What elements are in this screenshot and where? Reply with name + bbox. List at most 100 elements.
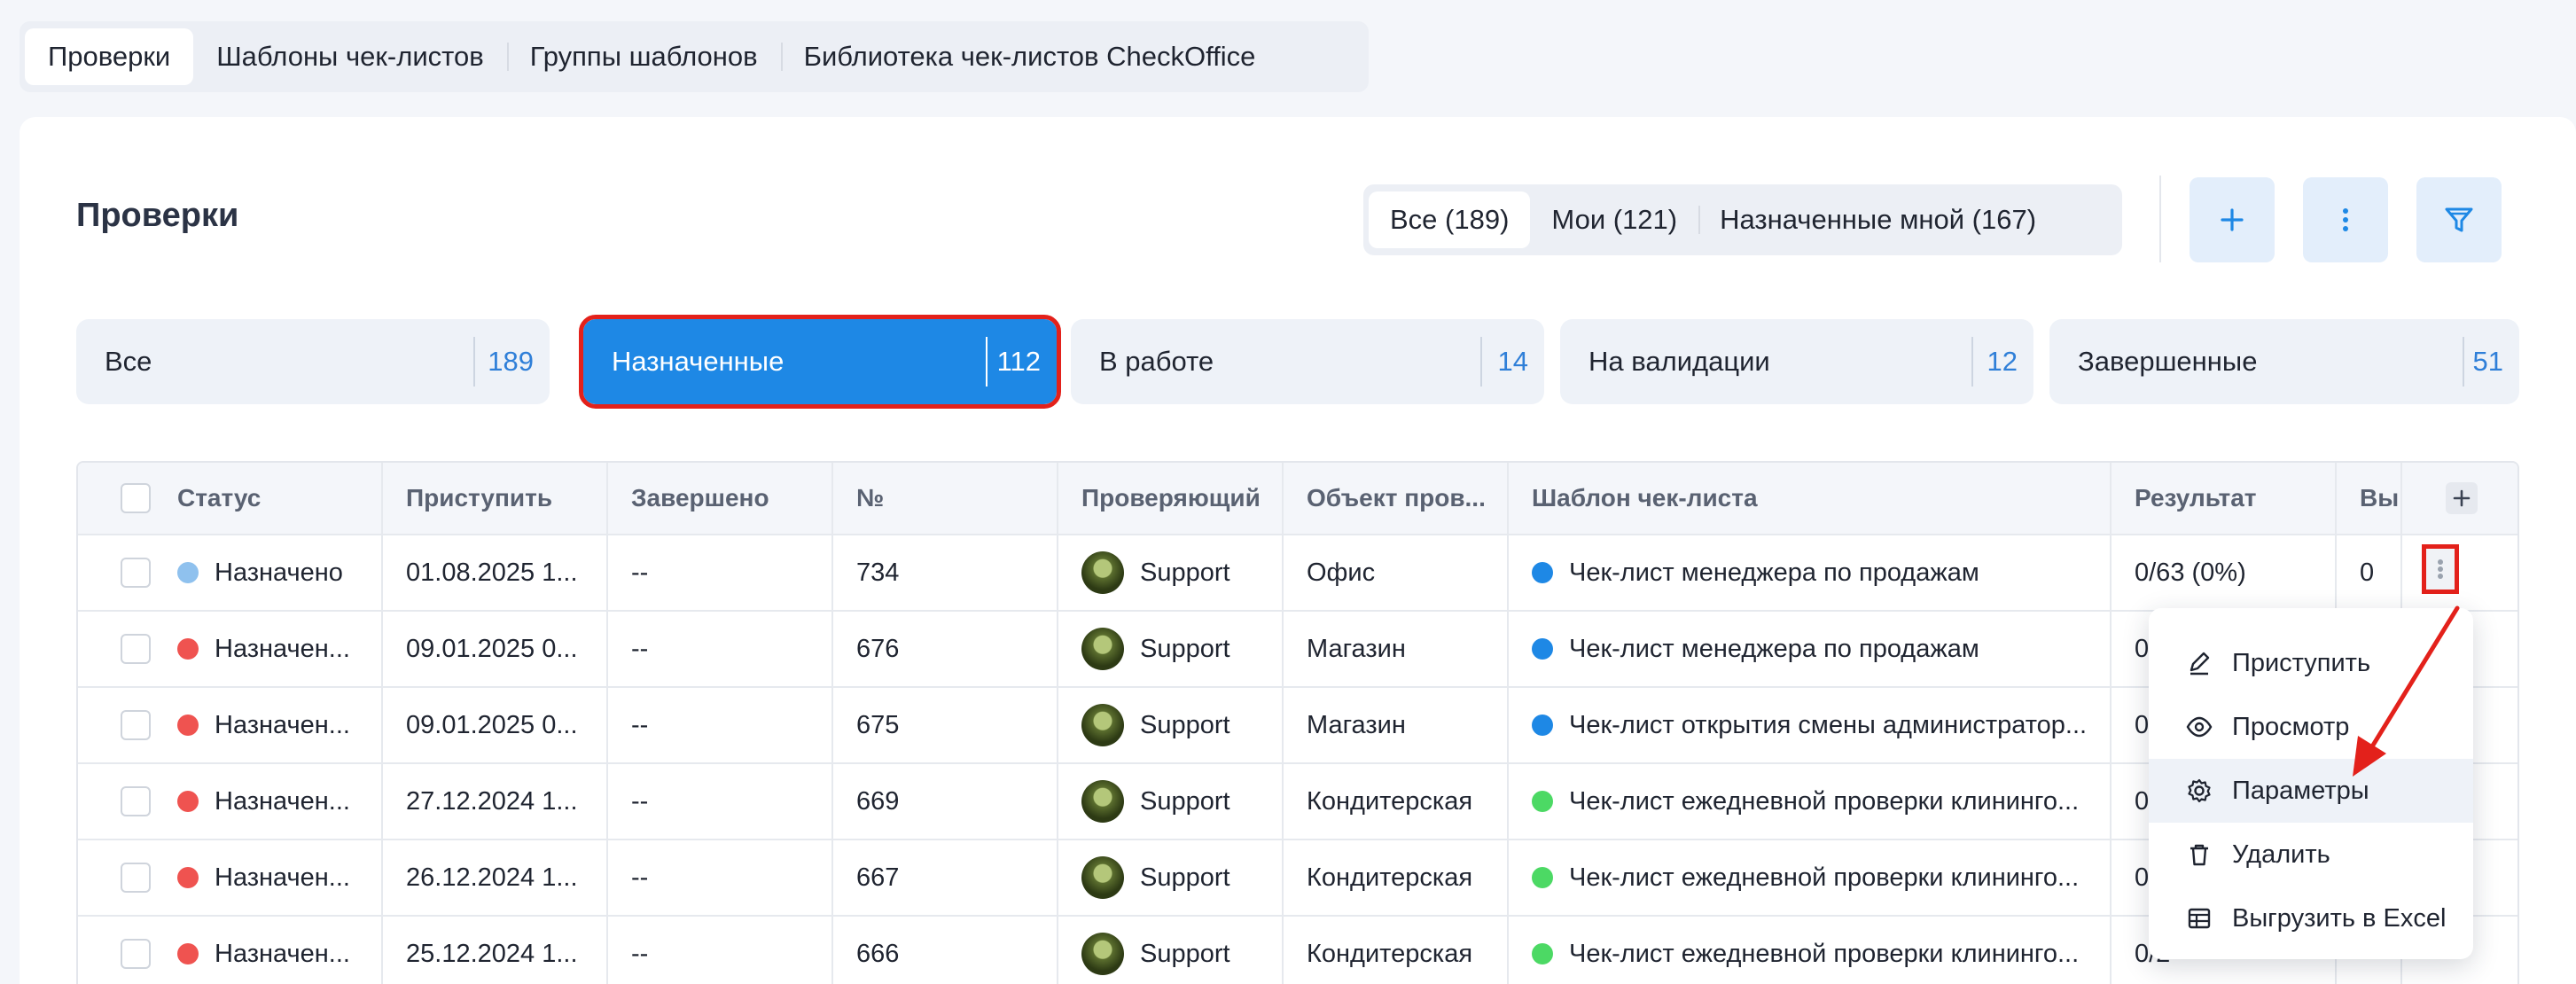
add-column-button[interactable]: [2446, 482, 2478, 514]
table-row[interactable]: Назначено 01.08.2025 1... -- 734 Support Офис…: [78, 535, 2517, 612]
cell-inspector: Support: [1057, 535, 1284, 610]
filter-in-progress[interactable]: В работе 14: [1071, 319, 1544, 404]
row-checkbox[interactable]: [121, 786, 151, 816]
scope-mine[interactable]: Мои (121): [1530, 191, 1698, 248]
menu-item-export-excel[interactable]: Выгрузить в Excel: [2149, 886, 2473, 950]
col-add-cell: [2400, 463, 2517, 534]
status-dot: [177, 943, 199, 964]
more-vertical-icon: [2343, 208, 2348, 231]
tab-checkoffice-library[interactable]: Библиотека чек-листов CheckOffice: [780, 28, 1279, 85]
cell-inspector: Support: [1057, 917, 1284, 984]
cell-status: Назначен...: [170, 612, 374, 686]
cell-num: 667: [831, 840, 1058, 915]
cell-template: Чек-лист открытия смены администратор...: [1507, 688, 2112, 762]
row-checkbox[interactable]: [121, 558, 151, 588]
col-number[interactable]: №: [831, 463, 1058, 534]
row-checkbox[interactable]: [121, 710, 151, 740]
cell-object: Офис: [1282, 535, 1509, 610]
row-checkbox[interactable]: [121, 863, 151, 893]
filter-count: 112: [996, 346, 1041, 377]
cell-object: Магазин: [1282, 612, 1509, 686]
cell-result: 0/63 (0%): [2110, 535, 2337, 610]
cell-template: Чек-лист ежедневной проверки клининго...: [1507, 917, 2112, 984]
tab-inspections[interactable]: Проверки: [25, 28, 194, 85]
filter-completed[interactable]: Завершенные 51: [2049, 319, 2519, 404]
inspector-name: Support: [1140, 939, 1230, 968]
status-label: Назначен...: [215, 939, 350, 968]
trash-icon: [2184, 840, 2214, 870]
cell-done: --: [606, 840, 833, 915]
col-template[interactable]: Шаблон чек-листа: [1507, 463, 2112, 534]
status-label: Назначено: [215, 558, 343, 587]
table-icon: [2184, 903, 2214, 933]
filter-assigned[interactable]: Назначенные 112: [579, 315, 1061, 409]
menu-item-label: Просмотр: [2232, 712, 2350, 741]
template-name: Чек-лист ежедневной проверки клининго...: [1569, 786, 2080, 816]
top-tab-bar: Проверки Шаблоны чек-листов Группы шабло…: [20, 21, 1369, 92]
filter-all[interactable]: Все 189: [76, 319, 550, 404]
scope-assigned-by-me[interactable]: Назначенные мной (167): [1698, 191, 2057, 248]
cell-inspector: Support: [1057, 688, 1284, 762]
filter-validation[interactable]: На валидации 12: [1560, 319, 2033, 404]
header-divider: [2159, 176, 2161, 262]
filter-label: Завершенные: [2078, 346, 2258, 377]
inspector-name: Support: [1140, 863, 1230, 892]
row-checkbox[interactable]: [121, 939, 151, 969]
scope-all[interactable]: Все (189): [1369, 191, 1531, 248]
col-status[interactable]: Статус: [170, 463, 374, 534]
cell-chk: [121, 535, 156, 610]
row-checkbox[interactable]: [121, 634, 151, 664]
status-label: Назначен...: [215, 863, 350, 892]
filter-count: 12: [1987, 346, 2018, 377]
filter-divider: [986, 337, 987, 387]
filter-label: Все: [105, 346, 152, 377]
status-dot: [177, 791, 199, 812]
cell-num: 676: [831, 612, 1058, 686]
cell-actions: [2400, 535, 2517, 610]
menu-item-delete[interactable]: Удалить: [2149, 823, 2473, 886]
col-start[interactable]: Приступить: [381, 463, 608, 534]
col-object[interactable]: Объект пров...: [1282, 463, 1509, 534]
col-done[interactable]: Завершено: [606, 463, 833, 534]
avatar: [1081, 780, 1124, 823]
pencil-icon: [2184, 648, 2214, 678]
select-all-checkbox[interactable]: [121, 483, 151, 513]
cell-done: --: [606, 535, 833, 610]
header-spacer: [78, 463, 124, 534]
menu-item-label: Выгрузить в Excel: [2232, 903, 2447, 933]
col-inspector[interactable]: Проверяющий: [1057, 463, 1284, 534]
cell-done: --: [606, 688, 833, 762]
status-label: Назначен...: [215, 786, 350, 816]
cell-done: --: [606, 917, 833, 984]
cell-status: Назначен...: [170, 764, 374, 839]
template-name: Чек-лист ежедневной проверки клининго...: [1569, 863, 2080, 892]
cell-chk: [121, 688, 156, 762]
scope-segmented-control: Все (189) Мои (121) Назначенные мной (16…: [1363, 184, 2122, 255]
template-dot: [1532, 791, 1553, 812]
inspector-name: Support: [1140, 786, 1230, 816]
cell-inspector: Support: [1057, 764, 1284, 839]
cell-status: Назначен...: [170, 840, 374, 915]
template-dot: [1532, 562, 1553, 583]
cell-status: Назначен...: [170, 688, 374, 762]
more-actions-button[interactable]: [2303, 177, 2388, 262]
cell-start: 26.12.2024 1...: [381, 840, 608, 915]
cell-num: 669: [831, 764, 1058, 839]
cell-inspector: Support: [1057, 612, 1284, 686]
row-actions-button[interactable]: [2422, 544, 2459, 594]
cell-num: 666: [831, 917, 1058, 984]
filter-count: 51: [2472, 346, 2503, 377]
status-dot: [177, 867, 199, 888]
table-header: Статус Приступить Завершено № Проверяющи…: [78, 463, 2517, 535]
tab-checklist-templates[interactable]: Шаблоны чек-листов: [193, 28, 506, 85]
filter-label: Назначенные: [612, 346, 785, 377]
add-button[interactable]: [2190, 177, 2275, 262]
col-result[interactable]: Результат: [2110, 463, 2337, 534]
col-extra[interactable]: Вып: [2335, 463, 2402, 534]
template-name: Чек-лист ежедневной проверки клининго...: [1569, 939, 2080, 968]
more-vertical-icon: [2438, 559, 2443, 579]
filter-count: 189: [488, 346, 534, 377]
tab-template-groups[interactable]: Группы шаблонов: [506, 28, 781, 85]
filter-button[interactable]: [2416, 177, 2502, 262]
cell-start: 09.01.2025 0...: [381, 612, 608, 686]
